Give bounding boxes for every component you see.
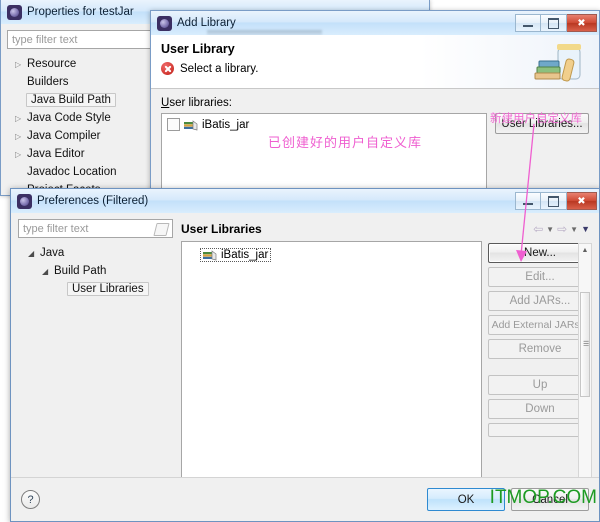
close-button[interactable]: ✖ (567, 14, 597, 32)
add-library-message: Select a library. (180, 62, 259, 75)
help-button-label: ? (27, 493, 34, 506)
new-button[interactable]: New... (488, 243, 592, 263)
eclipse-icon (7, 4, 22, 20)
back-arrow-icon[interactable]: ⇦ (533, 222, 543, 236)
add-library-window[interactable]: Add Library ✖ User Library Select a libr… (150, 10, 600, 196)
tree-item-label: Resource (27, 58, 77, 70)
maximize-button[interactable] (541, 14, 567, 32)
down-button-label: Down (525, 403, 555, 415)
scrollbar-grip-icon: ☰ (583, 341, 590, 348)
properties-filter-placeholder: type filter text (12, 33, 78, 46)
user-libraries-button-column: New... Edit... Add JARs... Add External … (488, 241, 592, 502)
preferences-window-buttons: ✖ (515, 192, 597, 210)
eclipse-icon (17, 193, 32, 209)
help-button[interactable]: ? (21, 490, 40, 509)
library-books-icon (203, 249, 217, 261)
remove-button-label: Remove (518, 343, 562, 355)
close-button[interactable]: ✖ (567, 192, 597, 210)
add-library-title: Add Library (177, 17, 236, 29)
tree-item-label: Java Code Style (27, 112, 111, 124)
minimize-button[interactable] (515, 14, 541, 32)
overflow-button[interactable] (488, 423, 592, 437)
list-item[interactable]: iBatis_jar (167, 118, 481, 131)
add-library-header: User Library Select a library. (151, 35, 599, 89)
chevron-right-icon[interactable] (15, 132, 27, 141)
new-button-label: New... (524, 247, 556, 259)
checkbox-icon[interactable] (167, 118, 180, 131)
jar-books-icon (531, 39, 587, 87)
tree-item-label: User Libraries (67, 282, 149, 296)
pref-tree-item-java[interactable]: Java (18, 244, 173, 262)
up-button-label: Up (532, 379, 548, 391)
preferences-window[interactable]: Preferences (Filtered) ✖ type filter tex… (10, 188, 600, 522)
preferences-filter-input[interactable]: type filter text (18, 219, 173, 238)
pref-tree-item-build-path[interactable]: Build Path (18, 262, 173, 280)
edit-button-label: Edit... (525, 271, 555, 283)
preferences-body: type filter text Java Build Path User Li… (11, 213, 599, 521)
vertical-scrollbar[interactable]: ▲ ☰ ▼ (578, 243, 592, 500)
tree-item-label: Javadoc Location (27, 166, 117, 178)
ok-button-label: OK (457, 493, 475, 506)
user-libraries-list[interactable]: iBatis_jar (161, 113, 487, 191)
tree-item-label: Builders (27, 76, 69, 88)
chevron-down-icon[interactable] (42, 267, 54, 276)
eclipse-icon (157, 15, 172, 31)
chevron-right-icon[interactable] (15, 114, 27, 123)
back-dropdown-icon[interactable]: ▼ (546, 225, 554, 234)
watermark: ITMOP.COM (489, 487, 597, 508)
preferences-nav-toolbar: ⇦ ▼ ⇨ ▼ ▼ (533, 222, 592, 236)
up-button[interactable]: Up (488, 375, 592, 395)
minimize-button[interactable] (515, 192, 541, 210)
scroll-up-icon[interactable]: ▲ (582, 244, 589, 256)
add-jars-button-label: Add JARs... (509, 295, 571, 307)
preferences-page-title: User Libraries (181, 222, 262, 236)
edit-button[interactable]: Edit... (488, 267, 592, 287)
annotation-new-user-library: 新建用户自定义库 (490, 113, 582, 125)
button-gap (488, 363, 592, 371)
preferences-titlebar[interactable]: Preferences (Filtered) ✖ (11, 189, 599, 213)
forward-arrow-icon[interactable]: ⇨ (557, 222, 567, 236)
library-name: iBatis_jar (202, 118, 250, 131)
library-name: iBatis_jar (221, 249, 269, 261)
tree-item-label: Java Build Path (26, 93, 116, 107)
user-libraries-listbox[interactable]: iBatis_jar (181, 241, 482, 502)
properties-title: Properties for testJar (27, 6, 134, 18)
user-libraries-label: User libraries: (161, 97, 232, 109)
view-menu-icon[interactable]: ▼ (581, 224, 590, 234)
remove-button[interactable]: Remove (488, 339, 592, 359)
annotation-created-library: 已创建好的用户自定义库 (268, 136, 423, 151)
add-library-window-buttons: ✖ (515, 14, 597, 32)
preferences-title: Preferences (Filtered) (37, 195, 149, 207)
chevron-right-icon[interactable] (15, 150, 27, 159)
tree-item-label: Java Editor (27, 148, 85, 160)
preferences-right-panel: User Libraries ⇦ ▼ ⇨ ▼ ▼ iBatis_jar New.… (181, 219, 592, 521)
down-button[interactable]: Down (488, 399, 592, 419)
tree-item-label: Build Path (54, 265, 107, 277)
tree-item-label: Java (40, 247, 65, 259)
add-library-heading: User Library (161, 42, 235, 56)
chevron-down-icon[interactable] (28, 249, 40, 258)
maximize-button[interactable] (541, 192, 567, 210)
add-jars-button[interactable]: Add JARs... (488, 291, 592, 311)
add-external-jars-button-label: Add External JARs... (491, 319, 589, 331)
library-books-icon (184, 119, 198, 131)
preferences-filter-placeholder: type filter text (23, 222, 89, 235)
forward-dropdown-icon[interactable]: ▼ (570, 225, 578, 234)
user-libraries-page: iBatis_jar New... Edit... Add JARs... Ad… (181, 241, 592, 502)
error-icon (161, 62, 174, 75)
clear-filter-icon[interactable] (153, 223, 170, 236)
list-item[interactable]: iBatis_jar (200, 248, 272, 262)
pref-tree-item-user-libraries[interactable]: User Libraries (18, 280, 173, 298)
preferences-left-panel: type filter text Java Build Path User Li… (18, 219, 173, 521)
preferences-tree[interactable]: Java Build Path User Libraries (18, 244, 173, 298)
tree-item-label: Java Compiler (27, 130, 101, 142)
chevron-right-icon[interactable] (15, 60, 27, 69)
add-external-jars-button[interactable]: Add External JARs... (488, 315, 592, 335)
